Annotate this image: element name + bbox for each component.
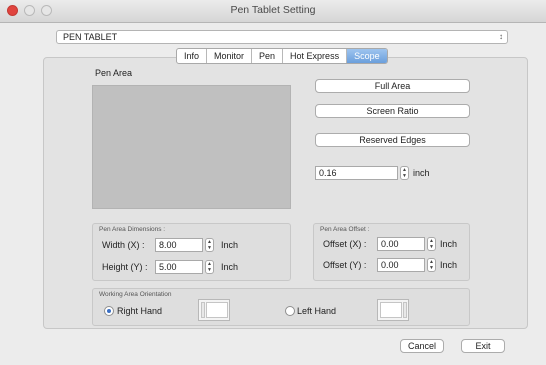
offset-x-unit-label: Inch [440,239,458,249]
offset-x-input[interactable]: 0.00 [377,237,425,251]
tab-hot-express[interactable]: Hot Express [283,49,348,63]
app-window: Pen Tablet Setting PEN TABLET ↕ Info Mon… [0,0,546,365]
pen-area-offset-group: Pen Area Offset : [313,223,470,281]
full-area-button[interactable]: Full Area [315,79,470,93]
left-hand-preview-icon [377,299,409,321]
offset-y-input[interactable]: 0.00 [377,258,425,272]
orientation-group-title: Working Area Orientation [99,291,172,298]
cancel-button[interactable]: Cancel [400,339,444,353]
tab-scope[interactable]: Scope [347,49,387,63]
right-hand-preview-icon [198,299,230,321]
right-hand-radio[interactable] [104,306,114,316]
height-label: Height (Y) : [102,262,148,272]
chevron-updown-icon: ↕ [499,32,503,41]
width-label: Width (X) : [102,240,145,250]
device-select-value: PEN TABLET [63,32,118,42]
offset-y-label: Offset (Y) : [323,260,367,270]
tab-monitor[interactable]: Monitor [207,49,253,63]
offset-y-unit-label: Inch [440,260,458,270]
tab-bar: Info Monitor Pen Hot Express Scope [176,48,388,64]
tab-info[interactable]: Info [177,49,208,63]
right-hand-label: Right Hand [117,306,163,316]
title-bar: Pen Tablet Setting [0,0,546,23]
offset-x-stepper[interactable]: ▲ ▼ [427,237,436,251]
reserved-edges-button[interactable]: Reserved Edges [315,133,470,147]
offset-y-stepper[interactable]: ▲ ▼ [427,258,436,272]
width-stepper[interactable]: ▲ ▼ [205,238,214,252]
edge-value-input[interactable]: 0.16 [315,166,398,180]
dimensions-group-title: Pen Area Dimensions : [99,226,166,233]
height-unit-label: Inch [221,262,239,272]
exit-button[interactable]: Exit [461,339,505,353]
offset-group-title: Pen Area Offset : [320,226,370,233]
edge-value-stepper[interactable]: ▲ ▼ [400,166,409,180]
height-input[interactable]: 5.00 [155,260,203,274]
left-hand-label: Left Hand [297,306,337,316]
offset-x-label: Offset (X) : [323,239,367,249]
width-unit-label: Inch [221,240,239,250]
window-title: Pen Tablet Setting [230,4,316,16]
device-select[interactable]: PEN TABLET ↕ [56,30,508,44]
edge-unit-label: inch [413,168,430,178]
screen-ratio-button[interactable]: Screen Ratio [315,104,470,118]
tab-pen[interactable]: Pen [252,49,284,63]
pen-area-label: Pen Area [95,68,133,78]
left-hand-radio[interactable] [285,306,295,316]
height-stepper[interactable]: ▲ ▼ [205,260,214,274]
pen-area-preview[interactable] [92,85,291,209]
width-input[interactable]: 8.00 [155,238,203,252]
